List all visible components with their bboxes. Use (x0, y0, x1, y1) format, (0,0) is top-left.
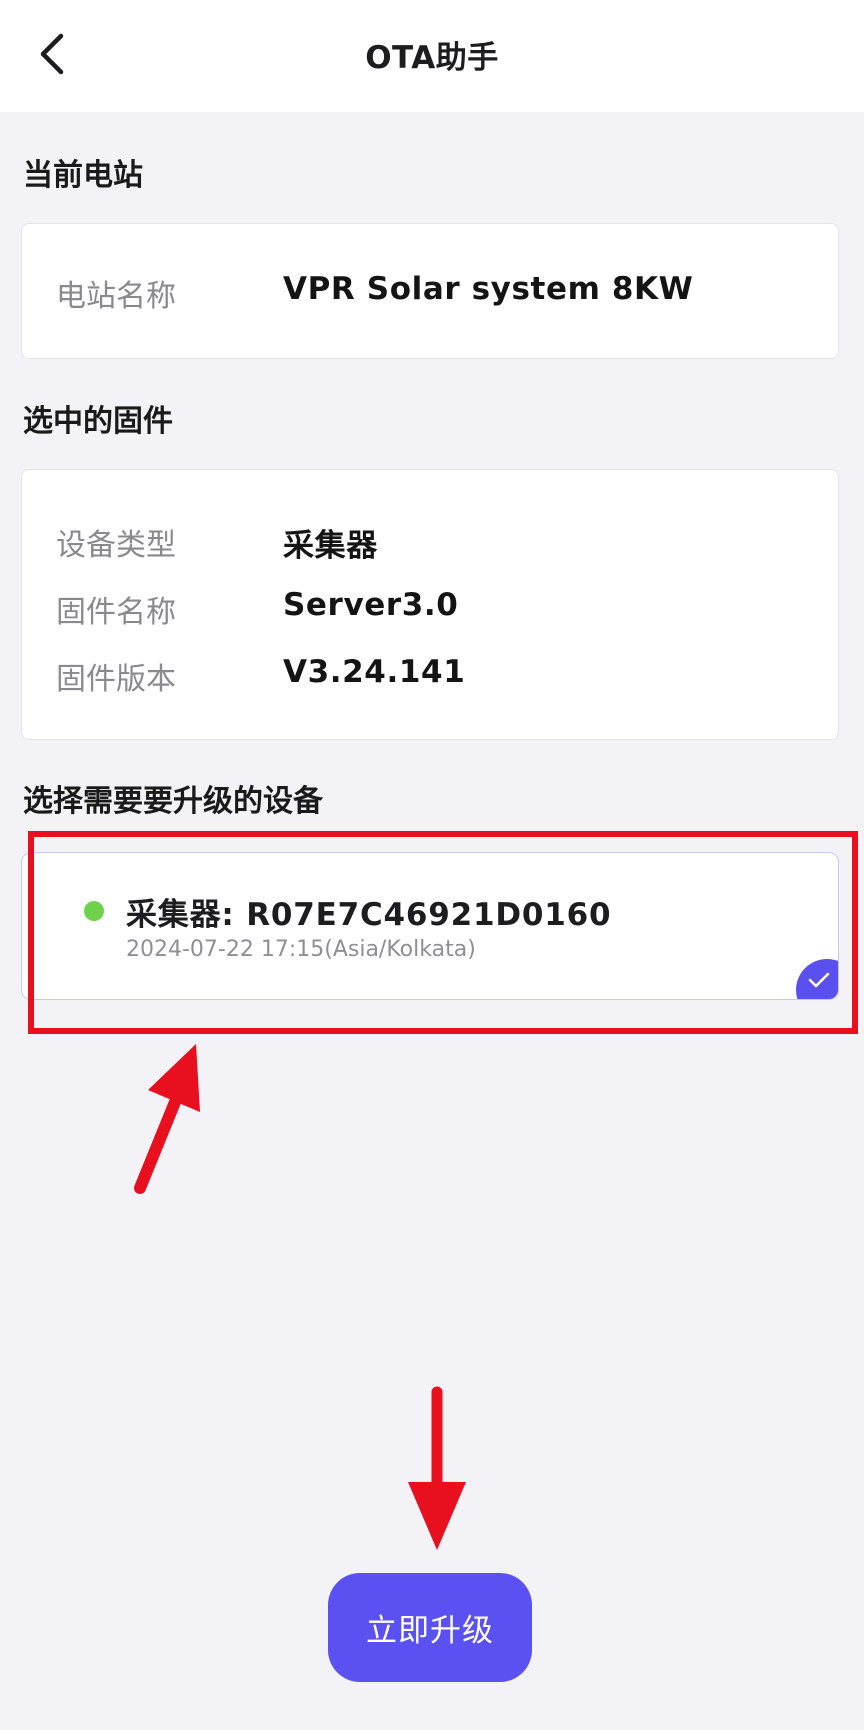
annotation-highlight-box (28, 831, 858, 1034)
station-name-label: 电站名称 (56, 279, 176, 314)
station-name-value: VPR Solar system 8KW (283, 271, 694, 307)
device-type-value: 采集器 (283, 528, 378, 564)
firmware-version-value: V3.24.141 (283, 654, 466, 690)
firmware-row: 设备类型 采集器 (56, 520, 818, 564)
annotation-arrow-up-icon (134, 1044, 200, 1194)
firmware-row: 固件版本 V3.24.141 (56, 654, 818, 698)
top-nav-bar: OTA助手 (0, 0, 864, 112)
station-name-row: 电站名称 VPR Solar system 8KW (56, 271, 818, 315)
firmware-name-value: Server3.0 (283, 587, 459, 623)
annotation-arrow-down-icon (408, 1386, 466, 1550)
station-card: 电站名称 VPR Solar system 8KW (21, 223, 839, 359)
upgrade-now-button[interactable]: 立即升级 (328, 1573, 532, 1682)
current-station-heading: 当前电站 (23, 158, 143, 193)
selected-firmware-heading: 选中的固件 (23, 404, 173, 439)
firmware-card: 设备类型 采集器 固件名称 Server3.0 固件版本 V3.24.141 (21, 469, 839, 740)
firmware-version-label: 固件版本 (56, 662, 176, 697)
firmware-name-label: 固件名称 (56, 595, 176, 630)
page-title: OTA助手 (365, 40, 499, 76)
firmware-row: 固件名称 Server3.0 (56, 587, 818, 631)
select-device-heading: 选择需要要升级的设备 (23, 784, 323, 819)
device-type-label: 设备类型 (56, 528, 176, 563)
